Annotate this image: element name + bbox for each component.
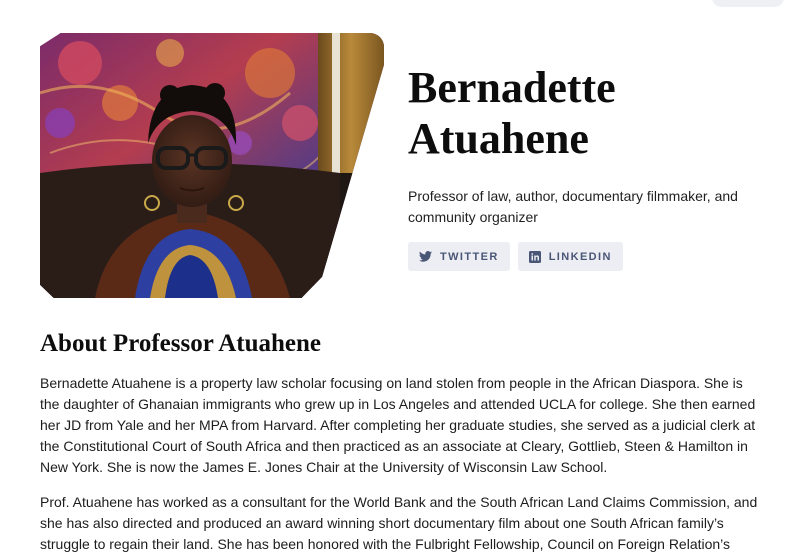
linkedin-label: LINKEDIN	[548, 250, 612, 263]
profile-name-line1: Bernadette	[408, 63, 616, 112]
profile-tagline: Professor of law, author, documentary fi…	[408, 186, 768, 228]
portrait-illustration	[40, 33, 384, 298]
tagline-line2: community organizer	[408, 209, 538, 225]
profile-name-line2: Atuahene	[408, 114, 589, 163]
social-links: TWITTER LINKEDIN	[408, 242, 623, 271]
linkedin-button[interactable]: LINKEDIN	[517, 242, 623, 271]
about-paragraph-1: Bernadette Atuahene is a property law sc…	[40, 375, 756, 475]
twitter-button[interactable]: TWITTER	[408, 242, 510, 271]
linkedin-icon	[528, 250, 541, 263]
profile-photo	[40, 33, 384, 298]
twitter-label: TWITTER	[440, 250, 499, 263]
profile-name: Bernadette Atuahene	[408, 62, 768, 164]
about-paragraph-2: Prof. Atuahene has worked as a consultan…	[40, 494, 758, 552]
tagline-line1: Professor of law, author, documentary fi…	[408, 188, 738, 204]
top-menu-pill[interactable]	[712, 0, 784, 7]
about-heading: About Professor Atuahene	[40, 330, 322, 357]
twitter-bird-icon	[419, 251, 432, 262]
